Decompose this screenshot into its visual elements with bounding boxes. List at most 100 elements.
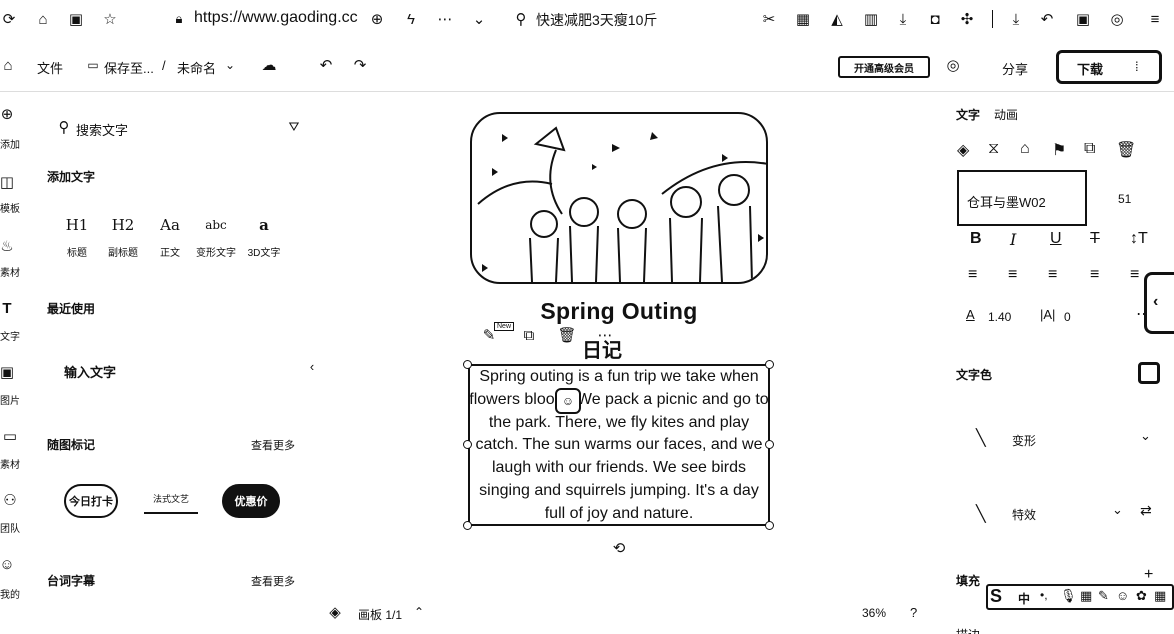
resize-handle[interactable] bbox=[463, 360, 472, 369]
side-drawer-tab[interactable]: ‹ bbox=[1144, 272, 1174, 334]
recent-item[interactable]: 输入文字 bbox=[64, 362, 116, 381]
illustration-image[interactable] bbox=[470, 112, 768, 284]
upgrade-button[interactable]: 开通高级会员 bbox=[838, 56, 930, 78]
puzzle-icon[interactable]: ✣ bbox=[956, 8, 978, 30]
mic-icon[interactable]: 🎙︎ bbox=[1060, 588, 1077, 604]
strikethrough-icon[interactable]: T bbox=[1090, 230, 1100, 248]
nav-label[interactable]: 我的 bbox=[0, 586, 20, 601]
zoom-level[interactable]: 36% bbox=[862, 606, 886, 620]
resize-handle[interactable] bbox=[463, 440, 472, 449]
share-button[interactable]: 分享 bbox=[1002, 59, 1028, 78]
align-right-icon[interactable]: ≡ bbox=[1048, 266, 1057, 284]
zoom-icon[interactable]: ⊕ bbox=[366, 8, 388, 30]
tool-icon[interactable]: ◭ bbox=[826, 8, 848, 30]
nav-label[interactable]: 素材 bbox=[0, 264, 20, 279]
search-input[interactable]: ⚲ 搜索文字 ⛛ bbox=[46, 112, 300, 142]
bookmark-icon[interactable]: ◘ bbox=[924, 8, 946, 30]
delete-icon[interactable]: 🗑︎ bbox=[1116, 140, 1136, 160]
resize-handle[interactable] bbox=[463, 521, 472, 530]
download-button[interactable]: 下载 ⁞ bbox=[1056, 50, 1162, 84]
target-icon[interactable]: ◎ bbox=[942, 54, 964, 76]
chevron-down-icon[interactable]: ⌄ bbox=[223, 56, 237, 74]
headline-subtitle[interactable]: 日记 bbox=[582, 334, 622, 363]
color-swatch[interactable] bbox=[1138, 362, 1160, 384]
material-icon[interactable]: ♨ bbox=[0, 236, 14, 256]
preset-subtitle[interactable]: H2 副标题 bbox=[101, 214, 145, 259]
align-left-icon[interactable]: ≡ bbox=[968, 266, 977, 284]
sticker-item[interactable]: 今日打卡 bbox=[64, 484, 118, 518]
flip-icon[interactable]: ⧖ bbox=[988, 140, 999, 158]
filter-icon[interactable]: ⛛ bbox=[286, 118, 302, 136]
search-icon[interactable]: ⚲ bbox=[510, 8, 532, 30]
nav-label[interactable]: 团队 bbox=[0, 520, 20, 535]
tab-animation[interactable]: 动画 bbox=[994, 106, 1018, 123]
ime-mode[interactable]: 中 bbox=[1018, 590, 1030, 607]
add-icon[interactable]: + bbox=[1144, 566, 1153, 584]
favorites-icon[interactable]: ☆ bbox=[98, 8, 122, 30]
nav-label[interactable]: 添加 bbox=[0, 136, 20, 151]
nav-label[interactable]: 模板 bbox=[0, 200, 20, 215]
lock-icon[interactable]: 🔒︎ bbox=[170, 8, 188, 30]
effect-label[interactable]: 特效 bbox=[1012, 506, 1036, 523]
download-icon[interactable]: ⤓ bbox=[892, 8, 914, 30]
template-icon[interactable]: ◫ bbox=[0, 172, 14, 192]
skin-icon[interactable]: ✎ bbox=[1098, 588, 1109, 604]
transform-label[interactable]: 变形 bbox=[1012, 432, 1036, 449]
emoji-icon[interactable]: ☺ bbox=[1116, 588, 1129, 603]
align-distribute-icon[interactable]: ≡ bbox=[1130, 266, 1139, 284]
home-icon[interactable]: ⌂ bbox=[32, 8, 54, 30]
sticker-item[interactable]: 优惠价 bbox=[222, 484, 280, 518]
punctuation-icon[interactable]: •, bbox=[1040, 588, 1048, 602]
bold-icon[interactable]: B bbox=[970, 230, 982, 248]
sticker-item[interactable]: 法式文艺 bbox=[144, 492, 198, 514]
chevron-down-icon[interactable]: ⌄ bbox=[1140, 428, 1151, 444]
cloud-icon[interactable]: ☁ bbox=[258, 54, 280, 76]
delete-icon[interactable]: 🗑︎ bbox=[556, 324, 578, 346]
swap-icon[interactable]: ⇄ bbox=[1140, 502, 1152, 519]
search-suggestion[interactable]: 快速减肥3天瘦10斤 bbox=[536, 10, 657, 30]
downloads-icon[interactable]: ⤓ bbox=[1004, 8, 1028, 30]
nav-label[interactable]: 图片 bbox=[0, 392, 20, 407]
undo-icon[interactable]: ↶ bbox=[1036, 8, 1058, 30]
address-bar[interactable]: https://www.gaoding.cc bbox=[194, 9, 358, 27]
add-icon[interactable]: ⊕ bbox=[0, 104, 14, 124]
file-menu[interactable]: 文件 bbox=[37, 58, 63, 77]
home-icon[interactable]: ⌂ bbox=[0, 54, 16, 76]
chevron-down-icon[interactable]: ⌄ bbox=[1112, 502, 1123, 518]
tab-text[interactable]: 文字 bbox=[956, 106, 980, 123]
sync-icon[interactable]: ◎ bbox=[1106, 8, 1128, 30]
nav-label[interactable]: 文字 bbox=[0, 328, 20, 343]
keyboard-icon[interactable]: ▦ bbox=[1080, 588, 1092, 604]
letter-spacing-value[interactable]: 0 bbox=[1064, 310, 1071, 324]
collapse-panel-icon[interactable]: ‹ bbox=[306, 356, 318, 376]
more-icon[interactable]: ⋯ bbox=[434, 8, 456, 30]
body-text[interactable]: Spring outing is a fun trip we take when… bbox=[468, 366, 770, 526]
mascot-icon[interactable]: ☺ bbox=[555, 388, 581, 414]
resize-handle[interactable] bbox=[765, 521, 774, 530]
duplicate-icon[interactable]: ⧉ bbox=[1084, 140, 1095, 158]
tool-icon[interactable]: ▥ bbox=[860, 8, 882, 30]
align-center-icon[interactable]: ≡ bbox=[1008, 266, 1017, 284]
save-status[interactable]: 保存至... bbox=[104, 58, 154, 77]
nav-label[interactable]: 素材 bbox=[0, 456, 20, 471]
font-family-select[interactable]: 仓耳与墨W02 bbox=[957, 170, 1087, 226]
ai-icon[interactable]: ▣ bbox=[1072, 8, 1094, 30]
align-justify-icon[interactable]: ≡ bbox=[1090, 266, 1099, 284]
flash-icon[interactable]: ϟ bbox=[400, 8, 422, 30]
user-icon[interactable]: ☺ bbox=[0, 554, 15, 574]
chevron-up-icon[interactable]: ⌃ bbox=[412, 602, 426, 622]
preset-title[interactable]: H1 标题 bbox=[55, 214, 99, 259]
line-height-value[interactable]: 1.40 bbox=[988, 310, 1011, 324]
preset-body[interactable]: Aa 正文 bbox=[148, 214, 192, 259]
grid-icon[interactable]: ▦ bbox=[1154, 588, 1166, 604]
subtitle-more-link[interactable]: 查看更多 bbox=[251, 573, 295, 589]
undo-icon[interactable]: ↶ bbox=[316, 54, 336, 76]
stickers-more-link[interactable]: 查看更多 bbox=[251, 437, 295, 453]
rotate-icon[interactable]: ⟲ bbox=[608, 538, 630, 558]
redo-icon[interactable]: ↷ bbox=[350, 54, 370, 76]
material-icon[interactable]: ▭ bbox=[0, 426, 20, 446]
preset-3d[interactable]: a 3D文字 bbox=[242, 214, 286, 259]
lock-icon[interactable]: ⌂ bbox=[1020, 140, 1030, 158]
chevron-down-icon[interactable]: ⌄ bbox=[468, 8, 490, 30]
extension-icon[interactable]: ▣ bbox=[64, 8, 88, 30]
